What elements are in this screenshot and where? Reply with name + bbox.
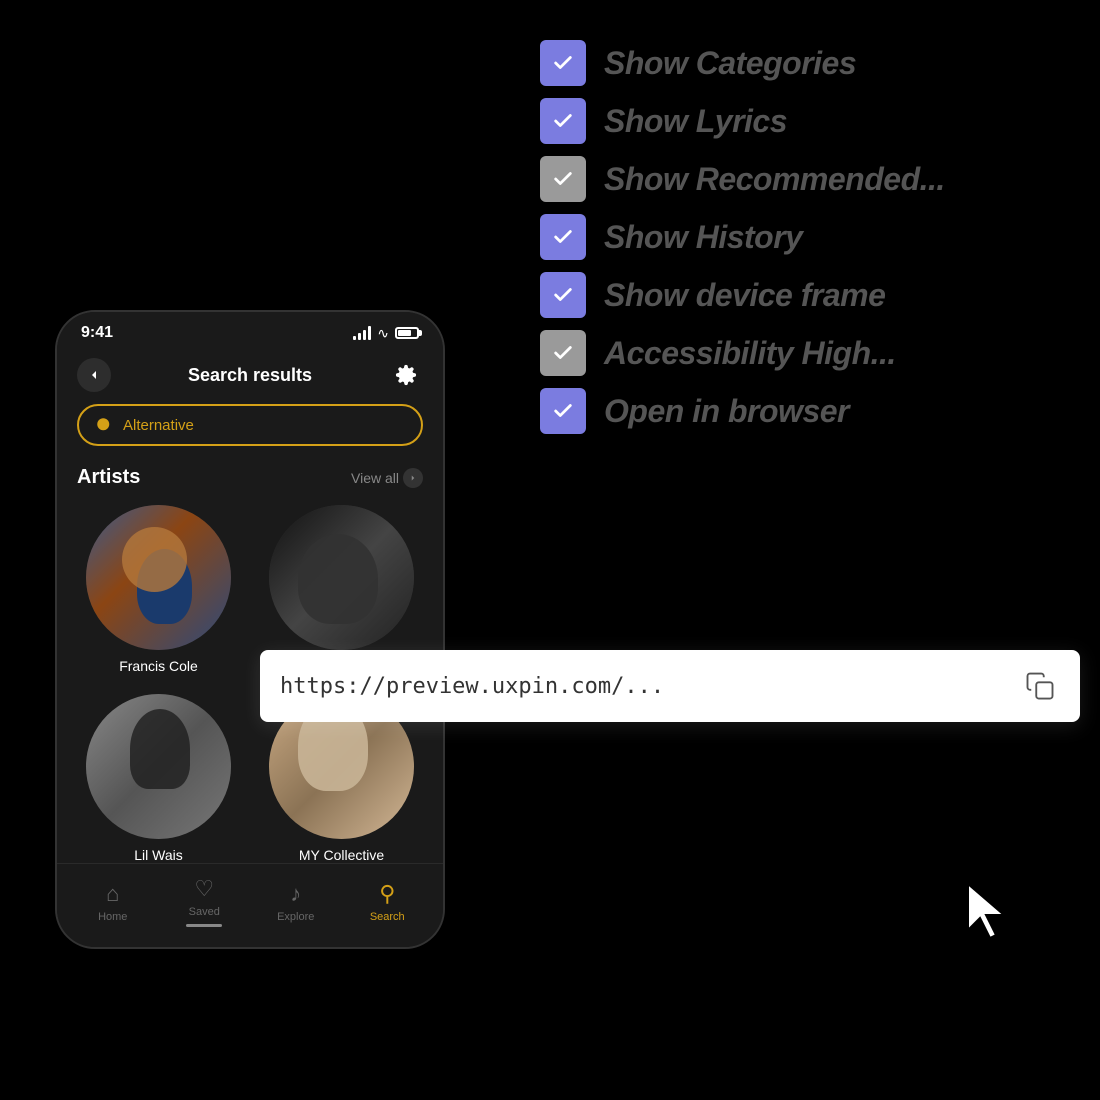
checklist-label-7: Open in browser — [604, 393, 849, 430]
artist-name-1: Francis Cole — [119, 658, 198, 674]
checklist-item-7[interactable]: Open in browser — [540, 388, 1060, 434]
checklist-panel: Show Categories Show Lyrics Show Recomme… — [540, 40, 1060, 434]
search-bar[interactable]: Alternative — [77, 404, 423, 446]
nav-item-search[interactable]: ⚲ Search — [357, 881, 417, 923]
settings-button[interactable] — [389, 358, 423, 392]
checklist-label-2: Show Lyrics — [604, 103, 787, 140]
checklist-item-4[interactable]: Show History — [540, 214, 1060, 260]
header-title: Search results — [188, 365, 312, 386]
checkbox-1[interactable] — [540, 40, 586, 86]
wifi-icon: ∿ — [377, 325, 389, 342]
phone-header: Search results — [57, 350, 443, 404]
cursor-pointer — [960, 880, 1015, 950]
nav-label-search: Search — [370, 911, 405, 923]
view-all-arrow-icon — [403, 468, 423, 488]
checklist-item-1[interactable]: Show Categories — [540, 40, 1060, 86]
back-button[interactable] — [77, 358, 111, 392]
checkbox-3[interactable] — [540, 156, 586, 202]
artist-name-4: MY Collective — [299, 847, 384, 863]
view-all-button[interactable]: View all — [351, 468, 423, 488]
artist-image-1 — [86, 505, 231, 650]
checkbox-4[interactable] — [540, 214, 586, 260]
checkbox-7[interactable] — [540, 388, 586, 434]
search-input-value: Alternative — [123, 417, 194, 434]
nav-item-saved[interactable]: ♡ Saved — [174, 876, 234, 927]
copy-icon[interactable] — [1020, 666, 1060, 706]
heart-icon: ♡ — [194, 876, 214, 902]
checklist-label-3: Show Recommended... — [604, 161, 945, 198]
artists-header: Artists View all — [77, 466, 423, 489]
phone-mockup: 9:41 ∿ Search results Alternative — [55, 310, 445, 949]
nav-label-explore: Explore — [277, 911, 314, 923]
home-icon: ⌂ — [106, 881, 119, 907]
nav-label-home: Home — [98, 911, 127, 923]
checklist-label-6: Accessibility High... — [604, 335, 896, 372]
search-nav-icon: ⚲ — [379, 881, 395, 907]
nav-indicator-saved — [186, 924, 222, 927]
artist-image-2 — [269, 505, 414, 650]
nav-item-explore[interactable]: ♪ Explore — [266, 881, 326, 923]
checklist-item-6[interactable]: Accessibility High... — [540, 330, 1060, 376]
status-bar: 9:41 ∿ — [57, 312, 443, 350]
search-bar-container: Alternative — [57, 404, 443, 462]
status-icons: ∿ — [353, 325, 419, 342]
checkbox-5[interactable] — [540, 272, 586, 318]
bottom-nav: ⌂ Home ♡ Saved ♪ Explore ⚲ Search — [57, 863, 443, 947]
url-text[interactable]: https://preview.uxpin.com/... — [280, 674, 664, 699]
artist-image-3 — [86, 694, 231, 839]
checklist-label-4: Show History — [604, 219, 802, 256]
music-icon: ♪ — [290, 881, 301, 907]
checkbox-2[interactable] — [540, 98, 586, 144]
status-time: 9:41 — [81, 324, 113, 342]
checklist-label-1: Show Categories — [604, 45, 856, 82]
nav-label-saved: Saved — [189, 906, 220, 918]
checklist-label-5: Show device frame — [604, 277, 885, 314]
battery-icon — [395, 327, 419, 339]
checklist-item-2[interactable]: Show Lyrics — [540, 98, 1060, 144]
artist-card-2[interactable] — [260, 505, 423, 674]
checkbox-6[interactable] — [540, 330, 586, 376]
checklist-item-5[interactable]: Show device frame — [540, 272, 1060, 318]
url-bar: https://preview.uxpin.com/... — [260, 650, 1080, 722]
artist-card-3[interactable]: Lil Wais — [77, 694, 240, 863]
artist-card-1[interactable]: Francis Cole — [77, 505, 240, 674]
view-all-label: View all — [351, 470, 399, 486]
nav-item-home[interactable]: ⌂ Home — [83, 881, 143, 923]
checklist-item-3[interactable]: Show Recommended... — [540, 156, 1060, 202]
signal-icon — [353, 326, 371, 340]
artist-name-3: Lil Wais — [134, 847, 183, 863]
search-icon — [95, 416, 113, 434]
artists-title: Artists — [77, 466, 140, 489]
